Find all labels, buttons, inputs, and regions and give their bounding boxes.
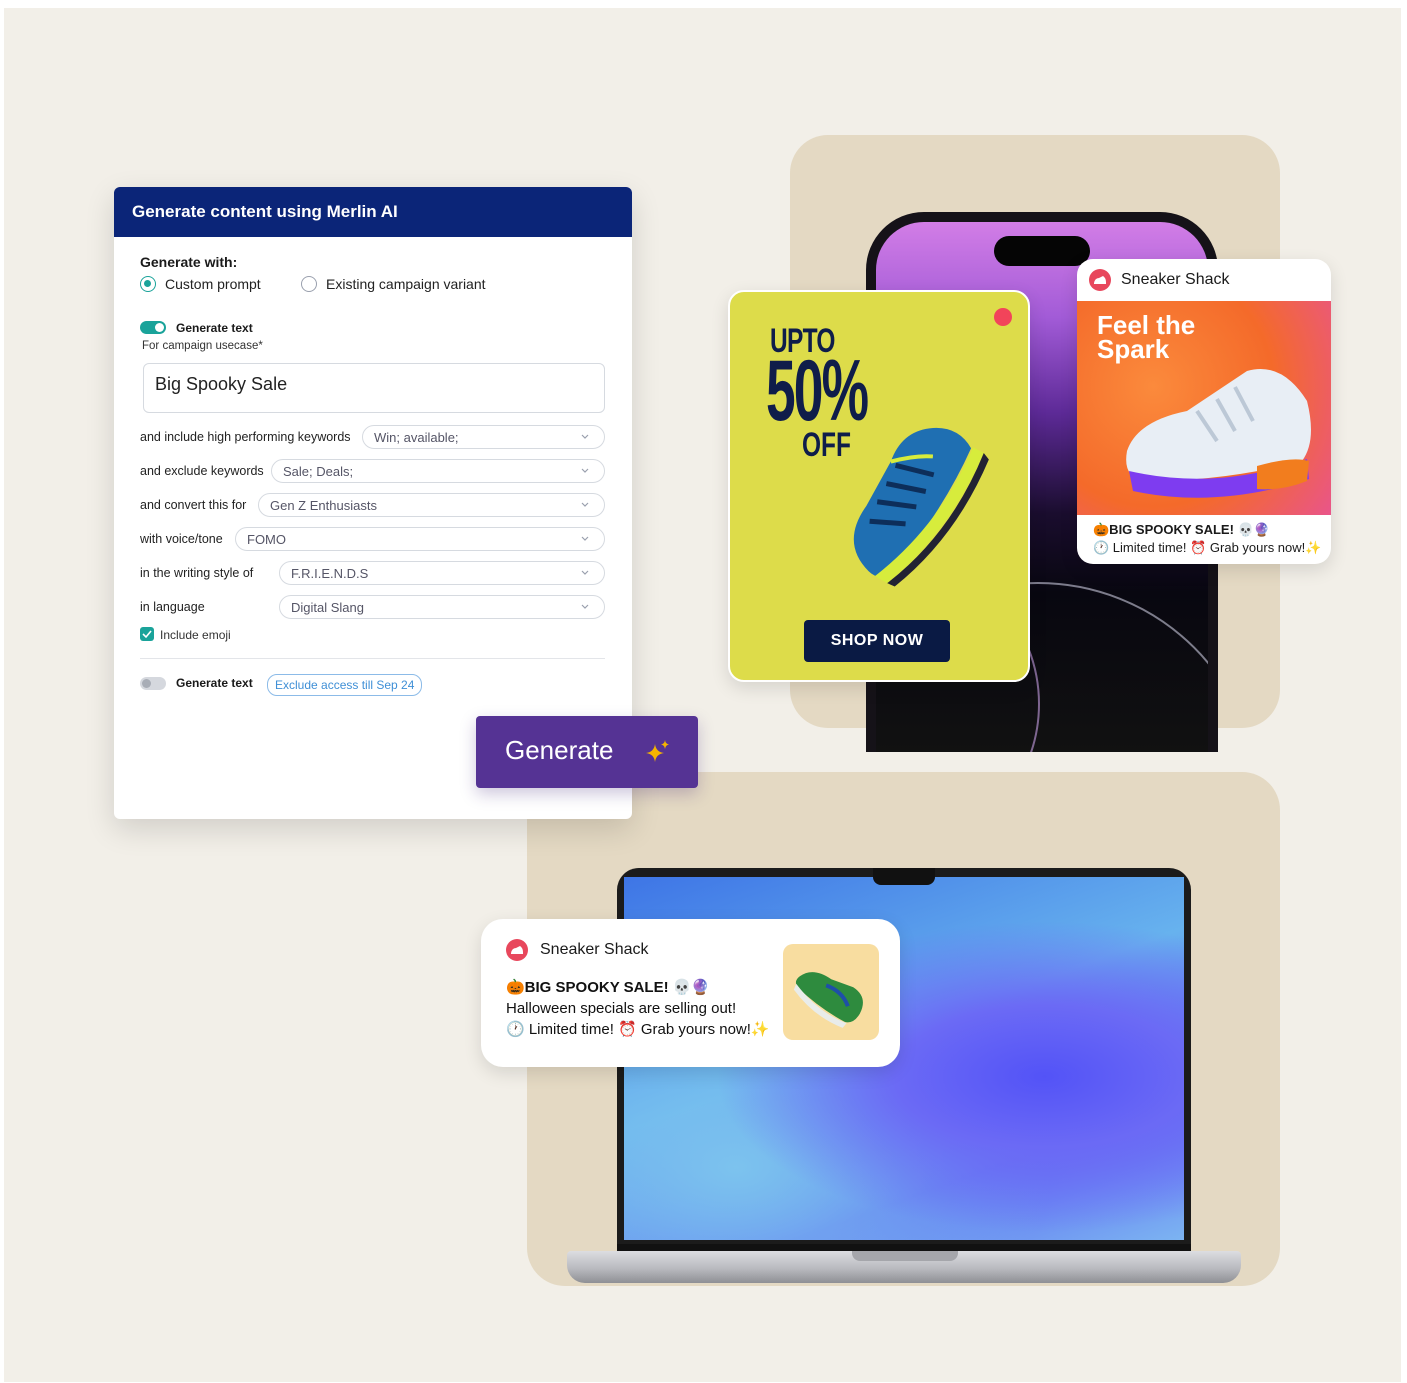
radio-selected-icon[interactable] [140,276,156,292]
writing-style-select[interactable]: F.R.I.E.N.D.S [279,561,605,585]
select-value: F.R.I.E.N.D.S [291,565,369,581]
desktop-notification-header: Sneaker Shack [506,939,649,961]
chevron-down-icon [581,604,589,609]
field-label: and exclude keywords [140,464,264,478]
audience-select[interactable]: Gen Z Enthusiasts [258,493,605,517]
form-title: Generate content using Merlin AI [114,187,632,237]
field-label: and convert this for [140,498,247,512]
chevron-down-icon [581,536,589,541]
green-sneaker-image [793,972,863,1028]
push-line-2: 🕐 Limited time! ⏰ Grab yours now!✨ [1093,540,1322,555]
field-label: in language [140,600,205,614]
include-emoji-checkbox[interactable] [140,627,154,641]
generate-button[interactable]: Generate [476,716,698,788]
generate-text-toggle-2[interactable] [140,677,166,690]
chevron-down-icon [581,570,589,575]
mobile-push-notification[interactable]: Sneaker Shack Feel the Spark 🎃BIG SPOOKY … [1077,259,1331,564]
keywords-include-select[interactable]: Win; available; [362,425,605,449]
push-message: 🎃BIG SPOOKY SALE! 💀🔮 🕐 Limited time! ⏰ G… [1093,521,1321,557]
close-dot-icon[interactable] [994,308,1012,326]
desktop-notification-message: 🎃BIG SPOOKY SALE! 💀🔮 Halloween specials … [506,977,770,1040]
divider [140,658,605,659]
desktop-push-notification[interactable]: Sneaker Shack 🎃BIG SPOOKY SALE! 💀🔮 Hallo… [481,919,900,1067]
laptop-camera-notch [873,868,935,885]
generate-text-label: Generate text [176,321,253,335]
select-value: Digital Slang [291,599,364,615]
running-shoe-image [853,427,989,587]
desktop-line-1: 🎃BIG SPOOKY SALE! 💀🔮 [506,979,711,996]
radio-unselected-icon[interactable] [301,276,317,292]
notification-thumbnail [783,944,879,1040]
radio-label: Custom prompt [165,276,261,292]
exclude-access-chip[interactable]: Exclude access till Sep 24 [267,674,423,696]
voice-tone-select[interactable]: FOMO [235,527,605,551]
generate-button-label: Generate [505,735,614,765]
brand-name: Sneaker Shack [1121,271,1230,288]
radio-custom-prompt[interactable]: Custom prompt [140,276,261,292]
language-select[interactable]: Digital Slang [279,595,605,619]
select-value: Sale; Deals; [283,463,354,479]
field-label: in the writing style of [140,566,254,580]
chevron-down-icon [581,502,589,507]
keywords-exclude-select[interactable]: Sale; Deals; [271,459,605,483]
dynamic-island [994,236,1090,266]
usecase-input[interactable]: Big Spooky Sale [143,363,605,413]
push-hero-image: Feel the Spark [1077,301,1331,515]
include-emoji-label: Include emoji [160,628,231,642]
generate-text-label-2: Generate text [176,676,253,690]
desktop-line-3: 🕐 Limited time! ⏰ Grab yours now!✨ [506,1021,770,1038]
chevron-down-icon [581,434,589,439]
sparkle-icon [646,740,669,762]
desktop-line-2: Halloween specials are selling out! [506,1000,737,1017]
sneaker-image [1126,369,1311,498]
shop-now-button[interactable]: SHOP NOW [804,620,950,662]
sneaker-logo-icon [1089,269,1111,291]
field-label: and include high performing keywords [140,430,351,444]
brand-name: Sneaker Shack [540,941,649,958]
radio-label: Existing campaign variant [326,276,486,292]
usecase-label: For campaign usecase* [142,340,263,352]
generate-text-toggle[interactable] [140,321,166,334]
sneaker-logo-icon [506,939,528,961]
radio-existing-variant[interactable]: Existing campaign variant [301,276,486,292]
select-value: Win; available; [374,429,459,445]
chevron-down-icon [581,468,589,473]
generate-with-label: Generate with: [140,254,238,270]
field-label: with voice/tone [140,532,223,546]
push-line-1: 🎃BIG SPOOKY SALE! 💀🔮 [1093,522,1270,537]
laptop-hinge [852,1251,958,1261]
push-header: Sneaker Shack [1077,259,1331,301]
select-value: Gen Z Enthusiasts [270,497,377,513]
select-value: FOMO [247,531,286,547]
checkmark-icon [142,630,152,639]
in-app-ad-card[interactable]: UPTO 50% OFF SHOP NOW [728,290,1030,682]
